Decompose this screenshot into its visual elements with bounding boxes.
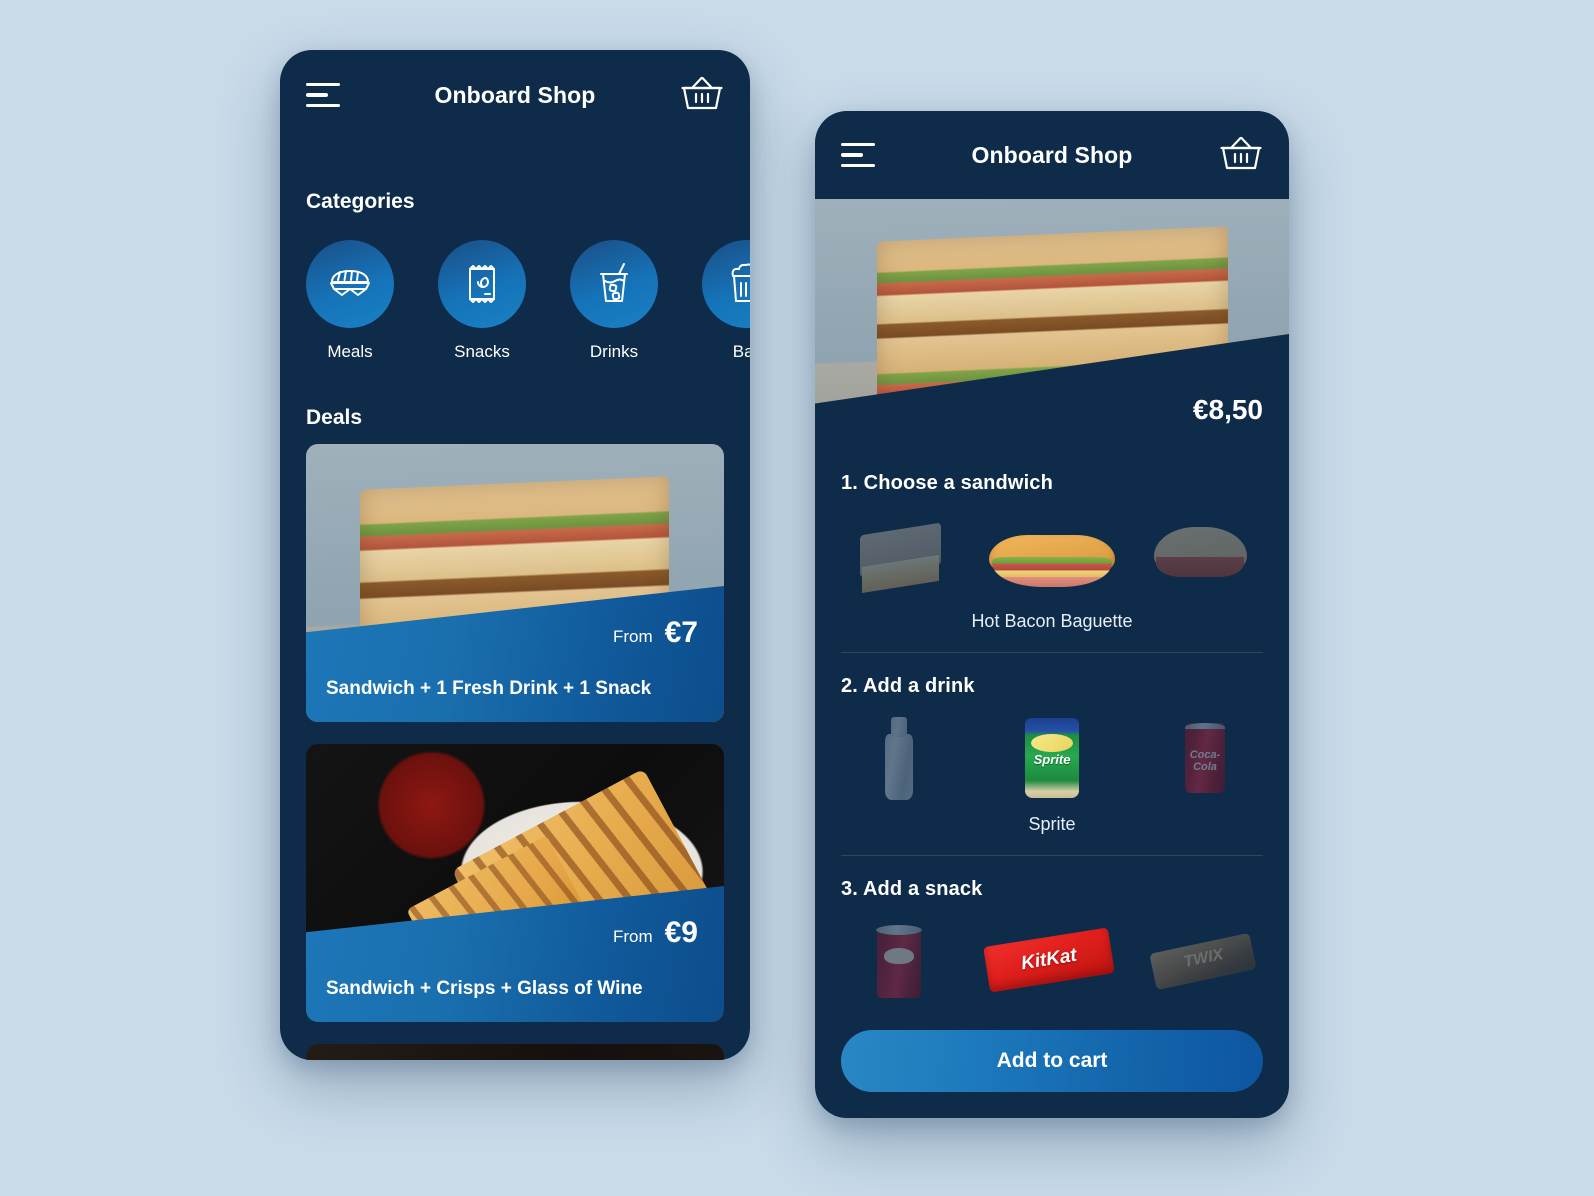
shop-scroll-area[interactable]: Categories Meals Snacks Drinks Ba Deals …: [280, 140, 750, 1060]
category-label: Drinks: [589, 342, 639, 361]
drink-carousel[interactable]: Sprite Coca-Cola: [841, 704, 1263, 812]
club-sandwich-image: [841, 509, 957, 601]
deal-builder-phone: Onboard Shop €8,50 1. Choose a sandwich …: [815, 111, 1289, 1118]
deal-photo: [306, 1044, 724, 1060]
shopping-basket-icon[interactable]: [1219, 135, 1263, 175]
shop-screen-phone: Onboard Shop Categories Meals Snacks Dri…: [280, 50, 750, 1060]
sandwich-icon: [330, 270, 370, 296]
deal-price: From €9: [613, 916, 698, 950]
category-icon-circle: [702, 240, 750, 328]
deals-heading: Deals: [306, 406, 363, 429]
step-choose-sandwich: 1. Choose a sandwich Hot Bacon Baguette: [815, 446, 1289, 632]
categories-row[interactable]: Meals Snacks Drinks Ba: [280, 240, 750, 362]
category-label: Meals: [327, 342, 373, 361]
deal-card[interactable]: From €9 Sandwich + Crisps + Glass of Win…: [306, 744, 724, 1022]
kit-kat-bar-image: KitKat: [977, 911, 1127, 1011]
deal-price-from-label: From: [612, 627, 653, 646]
carousel-option-ham-roll[interactable]: [1147, 509, 1263, 601]
step-add-drink: 2. Add a drink Sprite Coca-Cola Sprite: [815, 653, 1289, 835]
shop-appbar: Onboard Shop: [280, 50, 750, 140]
carousel-option-club-sandwich[interactable]: [841, 509, 957, 601]
selected-drink-label: Sprite: [1028, 814, 1076, 834]
carousel-option-hot-bacon-baguette[interactable]: [977, 505, 1127, 605]
carousel-option-sprite-can[interactable]: Sprite: [977, 708, 1127, 808]
category-icon-circle: [570, 240, 658, 328]
category-label: Bar: [732, 342, 750, 361]
category-label: Snacks: [454, 342, 510, 361]
snack-carousel[interactable]: KitKat TWIX: [841, 907, 1263, 1015]
deal-price-amount: €9: [664, 916, 698, 949]
sprite-can-image: Sprite: [977, 708, 1127, 808]
deal-price-from-label: From: [612, 927, 653, 946]
coca-cola-wordmark: Coca-Cola: [1189, 748, 1221, 773]
deal-price: From €7: [613, 616, 698, 650]
carousel-option-water-bottle[interactable]: [841, 712, 957, 804]
twix-wordmark: TWIX: [1182, 945, 1226, 971]
ham-roll-image: [1147, 509, 1263, 601]
step-title: 2. Add a drink: [841, 675, 975, 697]
shop-screen: Onboard Shop Categories Meals Snacks Dri…: [280, 50, 750, 1060]
water-bottle-image: [841, 712, 957, 804]
category-item-drinks[interactable]: Drinks: [570, 240, 658, 362]
builder-scroll-area[interactable]: 1. Choose a sandwich Hot Bacon Baguette: [815, 446, 1289, 1016]
category-icon-circle: [438, 240, 526, 328]
twix-bar-image: TWIX: [1147, 915, 1263, 1007]
deal-builder-screen: Onboard Shop €8,50 1. Choose a sandwich …: [815, 111, 1289, 1118]
sprite-wordmark: Sprite: [1033, 752, 1071, 767]
coca-cola-can-image: Coca-Cola: [1147, 712, 1263, 804]
category-item-snacks[interactable]: Snacks: [438, 240, 526, 362]
categories-heading: Categories: [306, 190, 415, 213]
deal-card[interactable]: From €7 Sandwich + 1 Fresh Drink + 1 Sna…: [306, 444, 724, 722]
deal-price-amount: €7: [664, 616, 698, 649]
beer-mug-icon: [731, 263, 750, 302]
category-item-bar[interactable]: Bar: [702, 240, 750, 362]
category-item-meals[interactable]: Meals: [306, 240, 394, 362]
hamburger-menu-icon[interactable]: [841, 143, 875, 167]
hero-product-image: €8,50: [815, 199, 1289, 446]
chip-packet-icon: [469, 265, 495, 303]
step-add-snack: 3. Add a snack KitKat TWIX: [815, 856, 1289, 1016]
carousel-option-pringles-can[interactable]: [841, 915, 957, 1007]
deal-name: Sandwich + 1 Fresh Drink + 1 Snack: [326, 678, 652, 699]
step-title: 3. Add a snack: [841, 878, 983, 900]
deal-card[interactable]: [306, 1044, 724, 1060]
hot-bacon-baguette-image: [977, 505, 1127, 605]
deal-name: Sandwich + Crisps + Glass of Wine: [326, 978, 643, 999]
add-to-cart-button[interactable]: Add to cart: [841, 1030, 1263, 1092]
pringles-mascot-icon: [883, 948, 915, 964]
kitkat-wordmark: KitKat: [1019, 944, 1079, 975]
category-icon-circle: [306, 240, 394, 328]
sandwich-carousel[interactable]: [841, 501, 1263, 609]
app-title: Onboard Shop: [971, 141, 1133, 168]
shopping-basket-icon[interactable]: [680, 75, 724, 115]
builder-appbar: Onboard Shop: [815, 111, 1289, 199]
cta-container: Add to cart: [815, 1016, 1289, 1118]
step-title: 1. Choose a sandwich: [841, 472, 1053, 494]
carousel-option-twix-bar[interactable]: TWIX: [1147, 915, 1263, 1007]
selected-sandwich-label: Hot Bacon Baguette: [971, 611, 1133, 631]
hamburger-menu-icon[interactable]: [306, 83, 340, 107]
carousel-option-kit-kat-bar[interactable]: KitKat: [977, 911, 1127, 1011]
soda-cup-icon: [600, 263, 628, 302]
hero-price: €8,50: [1192, 394, 1263, 425]
pringles-can-image: [841, 915, 957, 1007]
carousel-option-coca-cola-can[interactable]: Coca-Cola: [1147, 712, 1263, 804]
